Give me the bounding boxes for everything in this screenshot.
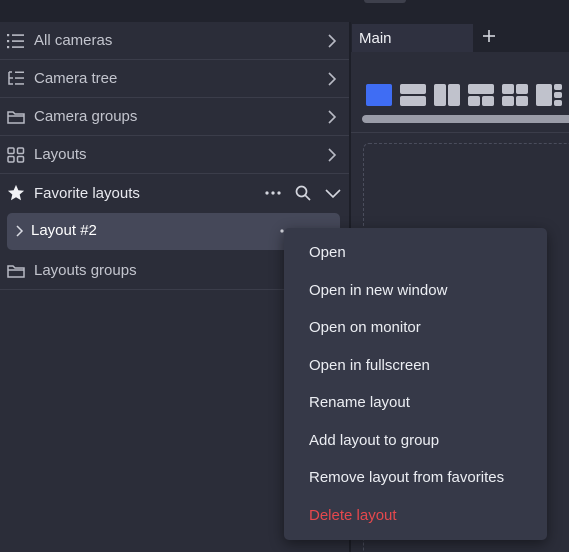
plus-icon[interactable]: [481, 28, 497, 44]
menu-item-open[interactable]: Open: [309, 242, 346, 264]
folder-icon: [6, 261, 26, 281]
sidebar-item-layouts[interactable]: Layouts: [0, 136, 349, 174]
top-tab-handle[interactable]: [364, 0, 406, 3]
menu-item-remove-from-favorites[interactable]: Remove layout from favorites: [309, 467, 504, 489]
list-icon: [6, 31, 26, 51]
menu-item-open-on-monitor[interactable]: Open on monitor: [309, 317, 421, 339]
sidebar-item-camera-tree[interactable]: Camera tree: [0, 60, 349, 98]
window-top-bar: [0, 0, 569, 22]
layout-item-label: Layout #2: [31, 222, 97, 239]
more-options-icon[interactable]: [265, 191, 281, 195]
menu-item-rename-layout[interactable]: Rename layout: [309, 392, 410, 414]
sidebar-favorite-layouts-header[interactable]: Favorite layouts: [0, 174, 349, 212]
menu-item-add-layout-to-group[interactable]: Add layout to group: [309, 430, 439, 452]
tab-main[interactable]: Main: [352, 24, 473, 52]
expand-arrow-icon[interactable]: [14, 225, 24, 237]
search-icon[interactable]: [295, 185, 311, 201]
tab-strip: Main: [351, 22, 569, 52]
menu-item-open-in-fullscreen[interactable]: Open in fullscreen: [309, 355, 430, 377]
toolbar-divider: [351, 132, 569, 133]
sidebar-item-label: Camera groups: [34, 108, 138, 125]
chevron-right-icon: [328, 147, 337, 162]
menu-item-open-in-new-window[interactable]: Open in new window: [309, 280, 447, 302]
sidebar-item-label: Layouts: [34, 146, 87, 163]
favorite-layouts-label: Favorite layouts: [34, 184, 140, 202]
layout-context-menu: Open Open in new window Open on monitor …: [284, 228, 547, 540]
horizontal-scrollbar[interactable]: [362, 115, 569, 123]
sidebar-item-all-cameras[interactable]: All cameras: [0, 22, 349, 60]
layout-1-plus-3-button[interactable]: [536, 84, 562, 106]
folder-icon: [6, 107, 26, 127]
layout-2-rows-button[interactable]: [400, 84, 426, 106]
star-icon: [6, 183, 26, 203]
layout-1x1-button[interactable]: [366, 84, 392, 106]
chevron-down-icon[interactable]: [325, 187, 341, 199]
menu-item-delete-layout[interactable]: Delete layout: [309, 505, 397, 527]
tab-main-label: Main: [359, 30, 392, 47]
chevron-right-icon: [328, 33, 337, 48]
tree-icon: [6, 69, 26, 89]
sidebar-item-camera-groups[interactable]: Camera groups: [0, 98, 349, 136]
grid-icon: [6, 145, 26, 165]
sidebar-item-label: All cameras: [34, 32, 113, 49]
chevron-right-icon: [328, 71, 337, 86]
chevron-right-icon: [328, 109, 337, 124]
layout-2x2-button[interactable]: [502, 84, 528, 106]
sidebar-item-label: Layouts groups: [34, 262, 137, 279]
sidebar-item-label: Camera tree: [34, 70, 118, 87]
layout-grid-selector: [366, 84, 562, 106]
layout-1-top-2-bottom-button[interactable]: [468, 84, 494, 106]
layout-2-columns-button[interactable]: [434, 84, 460, 106]
